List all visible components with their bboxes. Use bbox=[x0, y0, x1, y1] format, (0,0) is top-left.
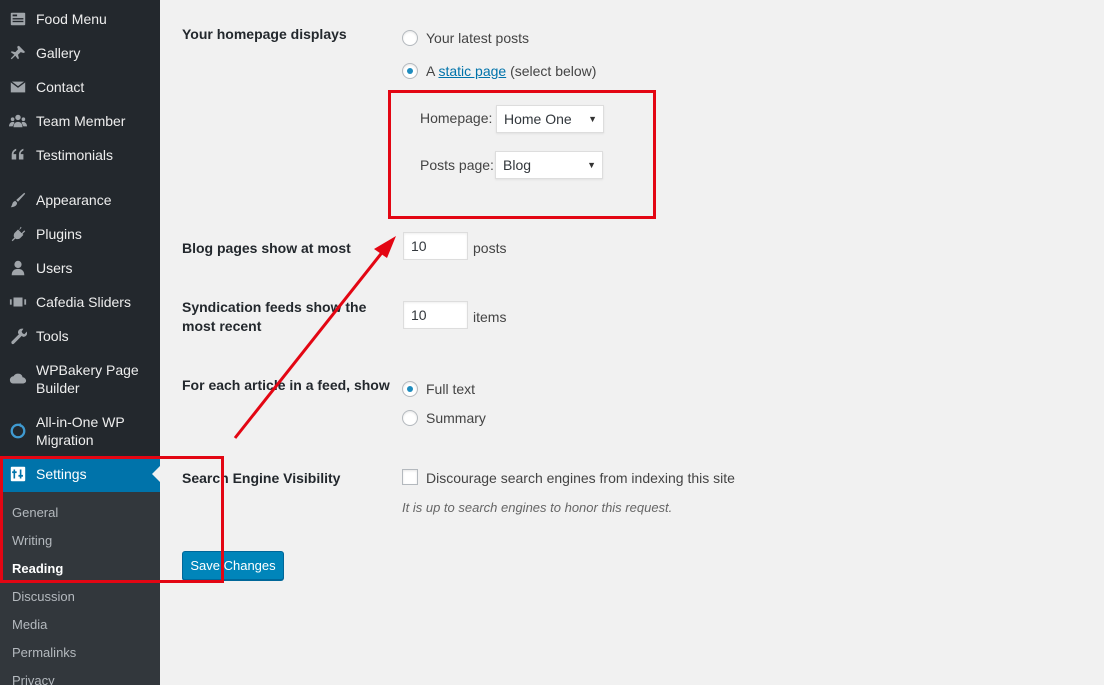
users-group-icon bbox=[0, 112, 36, 130]
blog-pages-unit: posts bbox=[473, 240, 507, 256]
menu-item-label: Contact bbox=[36, 79, 85, 95]
menu-item-label: Appearance bbox=[36, 192, 112, 208]
static-suffix: (select below) bbox=[510, 63, 597, 79]
annotation-box-static-pages bbox=[388, 90, 656, 219]
submenu-media[interactable]: Media bbox=[12, 617, 47, 632]
user-icon bbox=[0, 259, 36, 277]
menu-item-team-member[interactable]: Team Member bbox=[0, 111, 160, 131]
annotation-box-settings-reading bbox=[0, 456, 224, 583]
submenu-discussion[interactable]: Discussion bbox=[12, 589, 75, 604]
feed-article-label: For each article in a feed, show bbox=[182, 377, 390, 393]
food-menu-icon bbox=[0, 10, 36, 28]
menu-item-tools[interactable]: Tools bbox=[0, 326, 160, 346]
syndication-input[interactable]: 10 bbox=[403, 301, 468, 329]
menu-item-gallery[interactable]: Gallery bbox=[0, 43, 160, 63]
radio-static-page[interactable] bbox=[402, 63, 418, 79]
cloud-icon bbox=[0, 370, 36, 388]
menu-item-label: Testimonials bbox=[36, 147, 114, 163]
option-latest-posts-label: Your latest posts bbox=[426, 30, 529, 46]
menu-item-cafedia-sliders[interactable]: Cafedia Sliders bbox=[0, 292, 160, 312]
menu-item-food-menu[interactable]: Food Menu bbox=[0, 9, 160, 29]
option-full-text-label: Full text bbox=[426, 381, 476, 397]
slides-icon bbox=[0, 293, 36, 311]
menu-item-label: WPBakery Page Builder bbox=[36, 362, 139, 396]
menu-item-label: All-in-One WP Migration bbox=[36, 414, 125, 448]
search-visibility-description: It is up to search engines to honor this… bbox=[402, 500, 673, 515]
menu-item-wpbakery[interactable]: WPBakery Page Builder bbox=[0, 361, 160, 397]
menu-item-label: Cafedia Sliders bbox=[36, 294, 131, 310]
syndication-label: Syndication feeds show the most recent bbox=[182, 299, 367, 334]
blog-pages-input[interactable]: 10 bbox=[403, 232, 468, 260]
option-static-page-label: A static page (select below) bbox=[426, 62, 596, 80]
submenu-permalinks[interactable]: Permalinks bbox=[12, 645, 76, 660]
radio-summary[interactable] bbox=[402, 410, 418, 426]
menu-item-label: Gallery bbox=[36, 45, 81, 61]
plug-icon bbox=[0, 225, 36, 243]
syndication-unit: items bbox=[473, 309, 507, 325]
menu-item-label: Plugins bbox=[36, 226, 82, 242]
discourage-search-checkbox[interactable] bbox=[402, 469, 418, 485]
menu-item-plugins[interactable]: Plugins bbox=[0, 224, 160, 244]
quote-icon bbox=[0, 146, 36, 164]
radio-latest-posts[interactable] bbox=[402, 30, 418, 46]
menu-item-label: Users bbox=[36, 260, 73, 276]
option-summary-label: Summary bbox=[426, 410, 486, 426]
submenu-privacy[interactable]: Privacy bbox=[12, 673, 55, 685]
discourage-search-label: Discourage search engines from indexing … bbox=[426, 470, 735, 486]
radio-full-text[interactable] bbox=[402, 381, 418, 397]
menu-item-label: Food Menu bbox=[36, 11, 107, 27]
menu-item-all-in-one-migration[interactable]: All-in-One WP Migration bbox=[0, 413, 160, 449]
menu-item-contact[interactable]: Contact bbox=[0, 77, 160, 97]
static-prefix: A bbox=[426, 63, 435, 79]
wrench-icon bbox=[0, 327, 36, 345]
static-page-link[interactable]: static page bbox=[438, 63, 506, 79]
menu-item-users[interactable]: Users bbox=[0, 258, 160, 278]
homepage-displays-label: Your homepage displays bbox=[182, 26, 347, 42]
blog-pages-label: Blog pages show at most bbox=[182, 240, 351, 256]
migration-icon bbox=[0, 422, 36, 440]
menu-item-label: Team Member bbox=[36, 113, 126, 129]
menu-item-appearance[interactable]: Appearance bbox=[0, 190, 160, 210]
menu-item-testimonials[interactable]: Testimonials bbox=[0, 145, 160, 165]
pin-icon bbox=[0, 44, 36, 62]
brush-icon bbox=[0, 191, 36, 209]
envelope-icon bbox=[0, 78, 36, 96]
menu-item-label: Tools bbox=[36, 328, 69, 344]
